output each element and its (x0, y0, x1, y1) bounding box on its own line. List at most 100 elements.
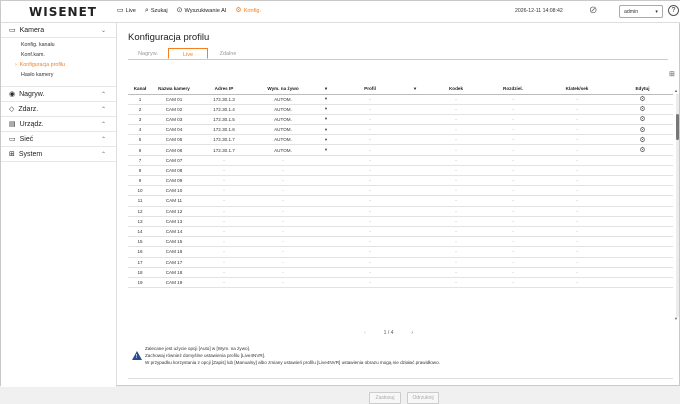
table-cell[interactable]: AUTOM. (252, 104, 314, 115)
apply-button[interactable]: Zastosuj (369, 392, 401, 404)
table-cell[interactable] (314, 155, 338, 166)
table-row[interactable]: 7 CAM 07- - - - - - (128, 155, 673, 166)
table-row[interactable]: 10 CAM 10- - - - - - (128, 185, 673, 197)
table-cell[interactable]: AUTOM. (252, 134, 314, 146)
table-row[interactable]: 8 CAM 08- - - - - - (128, 165, 673, 177)
table-cell[interactable] (612, 257, 673, 268)
table-cell[interactable]: ▾ (314, 94, 338, 105)
table-cell[interactable]: - (252, 246, 314, 258)
edit-gear-icon[interactable]: ⚙ (639, 136, 645, 144)
scroll-up-arrow[interactable]: ▲ (674, 88, 678, 93)
table-cell[interactable] (314, 267, 338, 278)
table-cell[interactable] (314, 175, 338, 187)
edit-gear-icon[interactable]: ⚙ (639, 115, 645, 123)
edit-gear-icon[interactable]: ⚙ (639, 146, 645, 154)
table-cell[interactable] (314, 216, 338, 227)
edit-cell[interactable]: ⚙ (612, 114, 673, 126)
table-cell[interactable]: - (252, 226, 314, 238)
table-cell[interactable]: - (252, 165, 314, 177)
table-row[interactable]: 4 CAM 04 172.30.1.6 AUTOM. ▾ - - - - ⚙ (128, 124, 673, 136)
table-cell[interactable] (612, 165, 673, 177)
table-cell[interactable] (612, 155, 673, 166)
nav-live[interactable]: ▭ Live (117, 7, 136, 14)
table-row[interactable]: 3 CAM 03 172.30.1.5 AUTOM. ▾ - - - - ⚙ (128, 114, 673, 126)
tab-record[interactable]: Nagryw. (128, 48, 168, 59)
table-cell[interactable] (612, 195, 673, 207)
user-select[interactable]: admin ▾ (619, 5, 663, 18)
record-status-icon[interactable]: ⊘ (589, 5, 597, 16)
edit-cell[interactable]: ⚙ (612, 134, 673, 146)
edit-cell[interactable]: ⚙ (612, 104, 673, 115)
table-row[interactable]: 11 CAM 11- - - - - - (128, 195, 673, 207)
tab-remote[interactable]: Zdalne (208, 48, 248, 59)
prev-page-button[interactable]: ‹ (364, 330, 366, 336)
table-row[interactable]: 19 CAM 19- - - - - - (128, 277, 673, 289)
table-cell[interactable]: ▾ (314, 134, 338, 146)
scroll-down-arrow[interactable]: ▼ (674, 316, 678, 321)
table-cell[interactable] (612, 185, 673, 197)
edit-gear-icon[interactable]: ⚙ (639, 95, 645, 103)
table-cell[interactable]: AUTOM. (252, 124, 314, 136)
table-cell[interactable] (612, 277, 673, 289)
table-row[interactable]: 6 CAM 06 172.30.1.7 AUTOM. ▾ - - - - ⚙ (128, 144, 673, 156)
table-cell[interactable] (612, 175, 673, 187)
table-cell[interactable]: - (252, 236, 314, 248)
table-cell[interactable]: - (252, 185, 314, 197)
scrollbar-thumb[interactable] (676, 114, 679, 140)
table-cell[interactable]: - (252, 257, 314, 268)
grid-view-icon[interactable]: ⊞ (669, 70, 675, 78)
table-cell[interactable] (314, 236, 338, 248)
edit-cell[interactable]: ⚙ (612, 94, 673, 105)
sidebar-item-camera-config[interactable]: Konf.kam. (1, 50, 116, 60)
nav-ai-search[interactable]: ⊙ Wyszukiwanie AI (177, 7, 227, 14)
table-cell[interactable]: ▾ (314, 114, 338, 126)
table-row[interactable]: 16 CAM 16- - - - - - (128, 246, 673, 258)
table-row[interactable]: 17 CAM 17- - - - - - (128, 257, 673, 268)
table-cell[interactable]: AUTOM. (252, 94, 314, 105)
table-cell[interactable] (612, 226, 673, 238)
table-cell[interactable] (612, 246, 673, 258)
table-row[interactable]: 18 CAM 18- - - - - - (128, 267, 673, 278)
table-cell[interactable] (314, 206, 338, 217)
table-cell[interactable] (612, 216, 673, 227)
table-cell[interactable]: - (252, 267, 314, 278)
sidebar-section-system[interactable]: ⊞ System ⌃ (1, 147, 116, 162)
table-cell[interactable]: ▾ (314, 104, 338, 115)
table-cell[interactable] (314, 257, 338, 268)
nav-search[interactable]: ⌕ Szukaj (145, 7, 168, 14)
table-row[interactable]: 15 CAM 15- - - - - - (128, 236, 673, 248)
sidebar-section-device[interactable]: ▤ Urządz. ⌃ (1, 117, 116, 132)
table-cell[interactable]: - (252, 277, 314, 289)
table-cell[interactable]: AUTOM. (252, 114, 314, 126)
table-cell[interactable] (314, 277, 338, 289)
table-row[interactable]: 12 CAM 12- - - - - - (128, 206, 673, 217)
table-cell[interactable]: - (252, 195, 314, 207)
cancel-button[interactable]: Odrzuknij (407, 392, 439, 404)
table-cell[interactable] (314, 165, 338, 177)
sidebar-section-recording[interactable]: ◉ Nagryw. ⌃ (1, 87, 116, 102)
edit-cell[interactable]: ⚙ (612, 124, 673, 136)
edit-gear-icon[interactable]: ⚙ (639, 126, 645, 134)
table-row[interactable]: 5 CAM 05 172.30.1.7 AUTOM. ▾ - - - - ⚙ (128, 134, 673, 146)
table-cell[interactable] (314, 246, 338, 258)
table-cell[interactable]: ▾ (314, 144, 338, 156)
table-cell[interactable] (314, 226, 338, 238)
sidebar-section-events[interactable]: ◇ Zdarz. ⌃ (1, 102, 116, 117)
table-row[interactable]: 9 CAM 09- - - - - - (128, 175, 673, 187)
sidebar-item-channel-config[interactable]: Konfig. kanału (1, 40, 116, 50)
table-row[interactable]: 13 CAM 13- - - - - - (128, 216, 673, 227)
nav-config[interactable]: ⚙ Konfig. (235, 7, 261, 14)
edit-gear-icon[interactable]: ⚙ (639, 105, 645, 113)
sidebar-section-camera[interactable]: ▭ Kamera ⌄ (1, 23, 116, 38)
table-cell[interactable] (314, 195, 338, 207)
table-cell[interactable]: - (252, 175, 314, 187)
table-cell[interactable] (612, 236, 673, 248)
next-page-button[interactable]: › (411, 330, 413, 336)
tab-live[interactable]: Live (168, 48, 208, 59)
edit-cell[interactable]: ⚙ (612, 144, 673, 156)
table-cell[interactable]: - (252, 216, 314, 227)
table-cell[interactable]: - (252, 155, 314, 166)
sidebar-item-profile-config[interactable]: Konfiguracja profilu (1, 60, 116, 70)
table-cell[interactable] (314, 185, 338, 197)
sidebar-item-camera-password[interactable]: Hasło kamery (1, 70, 116, 80)
